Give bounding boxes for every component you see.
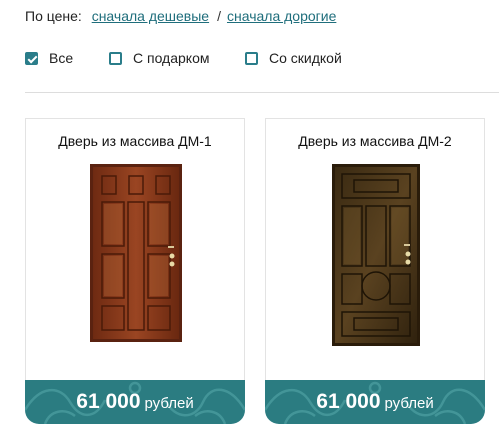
filter-all[interactable]: Все bbox=[25, 50, 73, 66]
sort-label: По цене: bbox=[25, 8, 82, 24]
price-value: 61 000 bbox=[316, 390, 381, 413]
price-currency: рублей bbox=[144, 395, 194, 412]
filter-discount[interactable]: Со скидкой bbox=[245, 50, 342, 66]
price-text: 61 000 рублей bbox=[265, 380, 485, 424]
price-band: 61 000 рублей bbox=[25, 380, 245, 424]
sort-cheap-first-link[interactable]: сначала дешевые bbox=[92, 8, 209, 24]
sort-by-price: По цене: сначала дешевые / сначала дорогие bbox=[25, 8, 336, 24]
price-value: 61 000 bbox=[76, 390, 141, 413]
price-band: 61 000 рублей bbox=[265, 380, 485, 424]
sort-expensive-first-link[interactable]: сначала дорогие bbox=[227, 8, 336, 24]
price-text: 61 000 рублей bbox=[25, 380, 245, 424]
filter-gift[interactable]: С подарком bbox=[109, 50, 210, 66]
filter-gift-checkbox[interactable] bbox=[109, 51, 122, 65]
filter-discount-label: Со скидкой bbox=[269, 50, 342, 66]
sort-separator: / bbox=[217, 8, 221, 24]
product-title[interactable]: Дверь из массива ДМ-2 bbox=[266, 133, 484, 149]
price-currency: рублей bbox=[384, 395, 434, 412]
divider bbox=[25, 92, 499, 93]
filter-gift-label: С подарком bbox=[133, 50, 210, 66]
filter-discount-checkbox[interactable] bbox=[245, 51, 258, 65]
product-title[interactable]: Дверь из массива ДМ-1 bbox=[26, 133, 244, 149]
product-card[interactable]: Дверь из массива ДМ-1 61 000 рублей bbox=[25, 118, 245, 424]
door-image[interactable] bbox=[90, 164, 182, 342]
product-card[interactable]: Дверь из массива ДМ-2 61 000 рублей bbox=[265, 118, 485, 424]
filter-all-checkbox[interactable] bbox=[25, 51, 38, 65]
filter-all-label: Все bbox=[49, 50, 74, 66]
door-image[interactable] bbox=[332, 164, 420, 346]
